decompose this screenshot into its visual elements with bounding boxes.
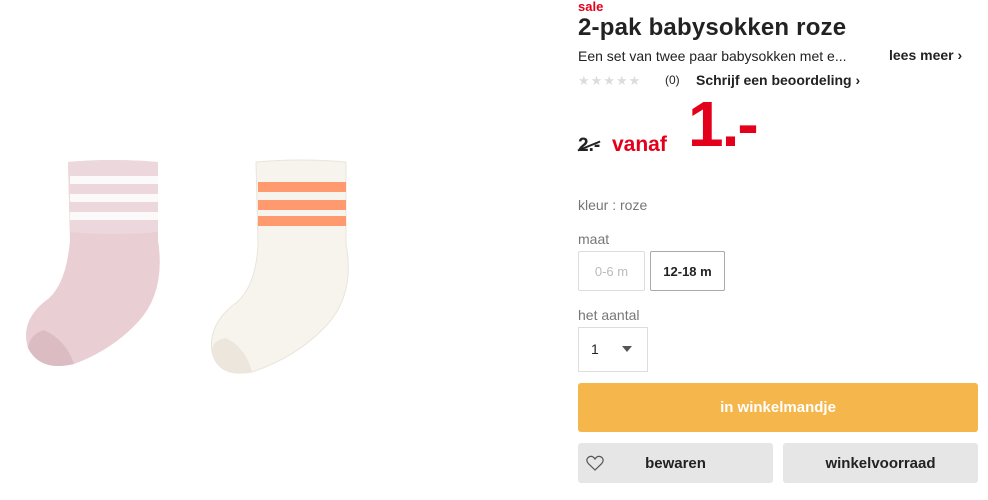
color-label: kleur : roze (578, 197, 648, 213)
socks-illustration (26, 159, 349, 374)
product-title: 2-pak babysokken roze (578, 14, 847, 41)
quantity-value: 1 (591, 341, 599, 357)
sale-badge: sale (578, 0, 604, 14)
read-more-link[interactable]: lees meer › (889, 47, 962, 63)
size-option-12-18m[interactable]: 12-18 m (650, 251, 725, 291)
store-stock-button[interactable]: winkelvoorraad (783, 443, 978, 483)
white-sock (210, 159, 349, 374)
add-to-cart-button[interactable]: in winkelmandje (578, 383, 978, 432)
save-label: bewaren (645, 454, 706, 472)
write-review-link[interactable]: Schrijf een beoordeling › (696, 72, 860, 88)
quantity-label: het aantal (578, 307, 640, 323)
save-button[interactable]: bewaren (578, 443, 773, 483)
heart-icon (586, 455, 604, 471)
chevron-down-icon (622, 346, 632, 352)
current-price: 1.- (688, 88, 759, 160)
star-icon: ★ (590, 73, 603, 88)
from-label: vanaf (612, 133, 667, 156)
store-stock-label: winkelvoorraad (825, 454, 936, 472)
star-icon: ★ (603, 73, 615, 88)
product-info: sale 2-pak babysokken roze Een set van t… (577, 0, 978, 495)
add-to-cart-label: in winkelmandje (720, 399, 836, 416)
review-count: (0) (665, 73, 680, 87)
star-icon: ★ (578, 73, 590, 88)
pink-sock (26, 160, 160, 366)
size-label: maat (578, 231, 610, 247)
product-description: Een set van twee paar babysokken met e..… (578, 48, 847, 64)
old-price: 2.- (577, 135, 601, 157)
quantity-select[interactable]: 1 (578, 327, 648, 372)
star-icon: ★ (615, 73, 628, 88)
product-image[interactable] (0, 0, 560, 495)
star-icon: ★ (628, 73, 641, 88)
rating-stars: ★ ★ ★ ★ ★ (578, 74, 640, 87)
size-option-0-6m[interactable]: 0-6 m (578, 251, 645, 291)
